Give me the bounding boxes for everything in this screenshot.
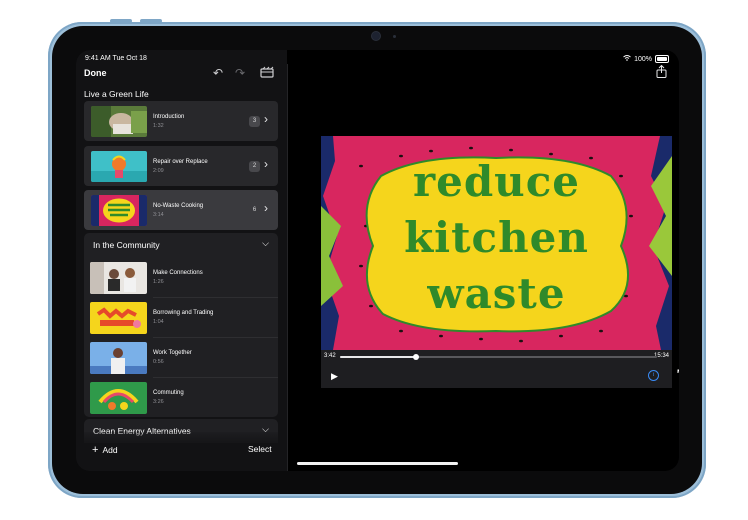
add-button[interactable]: + Add (92, 444, 118, 456)
clip-card[interactable]: Repair over Replace 2:09 2 › (84, 146, 278, 186)
clip-thumbnail (91, 195, 147, 226)
project-title: Live a Green Life (84, 89, 149, 99)
playback-controls: 3:42 15:34 ▶ i (321, 350, 679, 388)
undo-icon[interactable]: ↶ (213, 67, 223, 79)
clip-count-badge: 2 (249, 161, 260, 172)
status-bar: 9:41 AM Tue Oct 18 100% (76, 50, 679, 64)
list-item[interactable]: Borrowing and Trading 1:04 (84, 298, 278, 338)
sidebar: Done ↶ ↷ Live a Green Life Introduction … (76, 50, 287, 471)
scrubber-fill (340, 356, 417, 358)
chevron-down-icon[interactable]: ⌵ (262, 238, 269, 249)
clip-thumbnail (90, 342, 147, 374)
camera-sensor (393, 35, 396, 38)
fullscreen-icon[interactable] (677, 369, 679, 381)
video-title-line: kitchen (404, 213, 589, 262)
home-indicator (297, 462, 458, 465)
clip-card[interactable]: Introduction 1:32 3 › (84, 101, 278, 141)
clip-title: Make Connections (153, 270, 203, 276)
add-label: Add (102, 445, 118, 455)
chevron-right-icon[interactable]: › (264, 112, 268, 126)
sidebar-divider (287, 64, 288, 471)
front-camera (372, 32, 380, 40)
clip-duration: 0:56 (153, 359, 164, 365)
clip-thumbnail (90, 302, 147, 334)
chevron-right-icon[interactable]: › (264, 157, 268, 171)
redo-icon[interactable]: ↷ (235, 67, 245, 79)
battery-icon (655, 55, 669, 63)
video-preview[interactable]: reduce kitchen waste (321, 136, 672, 350)
clip-thumbnail (91, 151, 147, 182)
scrubber-track[interactable] (340, 354, 657, 360)
plus-icon: + (92, 444, 99, 456)
share-icon[interactable] (656, 64, 667, 83)
battery-percent: 100% (634, 55, 652, 63)
status-time: 9:41 AM Tue Oct 18 (85, 55, 147, 62)
clip-thumbnail (90, 262, 147, 294)
clip-thumbnail (91, 106, 147, 137)
clip-duration: 3:26 (153, 399, 164, 405)
clip-card-selected[interactable]: No-Waste Cooking 3:14 6 › (84, 190, 278, 230)
clip-duration: 3:14 (153, 212, 164, 218)
clip-duration: 2:09 (153, 168, 164, 174)
clip-duration: 1:04 (153, 319, 164, 325)
done-button[interactable]: Done (84, 68, 107, 78)
list-item[interactable]: Make Connections 1:26 (84, 258, 278, 298)
chapter-title[interactable]: In the Community (93, 240, 160, 250)
clip-title: Repair over Replace (153, 159, 208, 165)
video-title-line: reduce (412, 157, 581, 206)
clip-title: Introduction (153, 114, 185, 120)
clip-title: Borrowing and Trading (153, 310, 214, 316)
volume-button (110, 19, 132, 23)
screen: Done ↶ ↷ Live a Green Life Introduction … (76, 50, 679, 471)
video-title-line: waste (427, 269, 566, 318)
wifi-icon (623, 55, 631, 63)
clip-count-badge: 6 (252, 207, 257, 213)
clip-duration: 1:26 (153, 279, 164, 285)
clip-duration: 1:32 (153, 123, 164, 129)
info-icon[interactable]: i (648, 370, 659, 381)
volume-button (140, 19, 162, 23)
status-right: 100% (623, 55, 669, 63)
clip-title: Work Together (153, 350, 192, 356)
elapsed-time: 3:42 (324, 353, 336, 359)
select-button[interactable]: Select (248, 444, 272, 454)
clip-title: Commuting (153, 390, 184, 396)
list-item[interactable]: Commuting 3:26 (84, 378, 278, 418)
clip-title: No-Waste Cooking (153, 203, 204, 209)
chapter-group: In the Community ⌵ Make Connections 1:26… (84, 233, 278, 417)
list-item[interactable]: Work Together 0:56 (84, 338, 278, 378)
chevron-right-icon[interactable]: › (264, 201, 268, 215)
scrubber-knob[interactable] (413, 354, 420, 360)
play-icon[interactable]: ▶ (331, 371, 338, 382)
storyboard-icon[interactable] (260, 66, 274, 80)
clip-count-badge: 3 (249, 116, 260, 127)
clip-thumbnail (90, 382, 147, 414)
